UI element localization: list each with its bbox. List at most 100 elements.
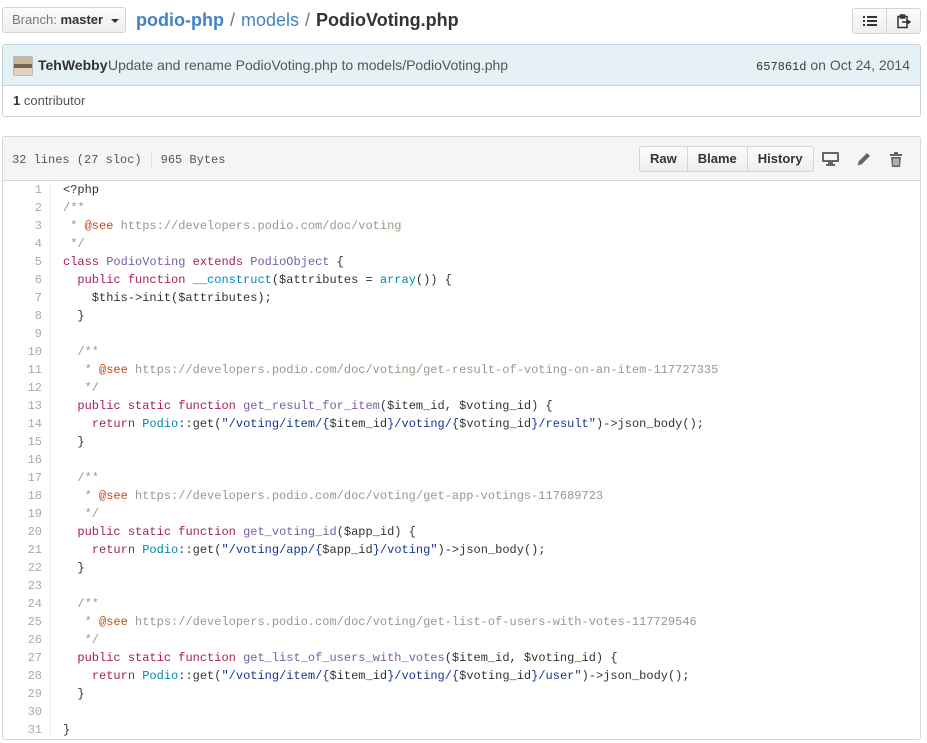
code-token: Podio xyxy=(142,669,179,683)
pencil-icon[interactable] xyxy=(854,150,872,168)
code-line: 19 */ xyxy=(3,505,920,523)
code-token: $item_id xyxy=(329,417,388,431)
commit-author[interactable]: TehWebby xyxy=(38,57,108,73)
code-content: $this->init($attributes); xyxy=(51,289,272,307)
line-number[interactable]: 20 xyxy=(3,523,51,541)
code-line: 2 /** xyxy=(3,199,920,217)
divider xyxy=(150,152,152,168)
line-number[interactable]: 18 xyxy=(3,487,51,505)
line-number[interactable]: 12 xyxy=(3,379,51,397)
commit-tease: TehWebby Update and rename PodioVoting.p… xyxy=(2,44,921,117)
file-actions xyxy=(821,150,905,168)
code-token: @see xyxy=(99,615,128,629)
line-number[interactable]: 13 xyxy=(3,397,51,415)
history-button[interactable]: History xyxy=(746,147,813,171)
line-number[interactable]: 23 xyxy=(3,577,51,595)
line-number[interactable]: 5 xyxy=(3,253,51,271)
line-number[interactable]: 2 xyxy=(3,199,51,217)
commit-sha[interactable]: 657861d xyxy=(756,60,806,74)
line-number[interactable]: 30 xyxy=(3,703,51,721)
code-line: 28 return Podio::get("/voting/item/{$ite… xyxy=(3,667,920,685)
code-line: 5 class PodioVoting extends PodioObject { xyxy=(3,253,920,271)
line-number[interactable]: 19 xyxy=(3,505,51,523)
line-number[interactable]: 25 xyxy=(3,613,51,631)
line-number[interactable]: 3 xyxy=(3,217,51,235)
code-line: 3 * @see https://developers.podio.com/do… xyxy=(3,217,920,235)
line-number[interactable]: 16 xyxy=(3,451,51,469)
line-number[interactable]: 31 xyxy=(3,721,51,739)
line-number[interactable]: 22 xyxy=(3,559,51,577)
breadcrumb-dir-link[interactable]: models xyxy=(241,10,299,30)
code-token: array xyxy=(379,273,416,287)
code-token: $voting_id xyxy=(459,417,532,431)
line-number[interactable]: 28 xyxy=(3,667,51,685)
raw-button[interactable]: Raw xyxy=(640,147,687,171)
code-token: @see xyxy=(84,219,114,233)
code-line: 21 return Podio::get("/voting/app/{$app_… xyxy=(3,541,920,559)
line-number[interactable]: 15 xyxy=(3,433,51,451)
clipboard-icon[interactable] xyxy=(886,9,920,33)
trash-icon[interactable] xyxy=(887,150,905,168)
code-content xyxy=(51,703,63,721)
code-token: } xyxy=(63,309,85,323)
line-number[interactable]: 6 xyxy=(3,271,51,289)
breadcrumb-repo-link[interactable]: podio-php xyxy=(136,10,224,30)
file-line-count: 32 lines (27 sloc) xyxy=(12,153,142,168)
code-content: return Podio::get("/voting/item/{$item_i… xyxy=(51,415,704,433)
contributors-summary[interactable]: 1 contributor xyxy=(13,93,85,108)
line-number[interactable]: 1 xyxy=(3,181,51,199)
line-number[interactable]: 27 xyxy=(3,649,51,667)
code-token: extends xyxy=(192,255,244,269)
code-token: "/voting/item/{ xyxy=(221,417,330,431)
code-token: static xyxy=(127,525,172,539)
code-content: */ xyxy=(51,235,84,253)
code-token: __construct xyxy=(192,273,272,287)
code-token: "/voting/app/{ xyxy=(221,543,323,557)
code-token: } xyxy=(63,435,85,449)
code-token: /** xyxy=(63,597,100,611)
line-number[interactable]: 9 xyxy=(3,325,51,343)
line-number[interactable]: 11 xyxy=(3,361,51,379)
commit-message[interactable]: Update and rename PodioVoting.php to mod… xyxy=(108,57,508,73)
code-content: * @see https://developers.podio.com/doc/… xyxy=(51,361,719,379)
list-icon[interactable] xyxy=(853,9,886,33)
code-token: Podio xyxy=(142,543,179,557)
line-number[interactable]: 24 xyxy=(3,595,51,613)
code-content: <?php xyxy=(51,181,99,199)
branch-selector-button[interactable]: Branch: master xyxy=(2,7,126,33)
code-line: 25 * @see https://developers.podio.com/d… xyxy=(3,613,920,631)
code-content: } xyxy=(51,721,70,739)
line-number[interactable]: 7 xyxy=(3,289,51,307)
code-token: https://developers.podio.com/doc/voting xyxy=(113,219,402,233)
code-line: 29 } xyxy=(3,685,920,703)
line-number[interactable]: 8 xyxy=(3,307,51,325)
code-line: 1 <?php xyxy=(3,181,920,199)
code-token: public xyxy=(77,273,121,287)
code-token: static xyxy=(127,651,172,665)
code-content: public static function get_list_of_users… xyxy=(51,649,617,667)
code-line: 8 } xyxy=(3,307,920,325)
line-number[interactable]: 29 xyxy=(3,685,51,703)
desktop-icon[interactable] xyxy=(821,150,839,168)
branch-label: Branch: xyxy=(12,12,57,27)
line-number[interactable]: 26 xyxy=(3,631,51,649)
line-number[interactable]: 10 xyxy=(3,343,51,361)
code-token: $this->init($attributes); xyxy=(63,291,272,305)
code-line: 6 public function __construct($attribute… xyxy=(3,271,920,289)
line-number[interactable]: 14 xyxy=(3,415,51,433)
line-number[interactable]: 21 xyxy=(3,541,51,559)
code-token: return xyxy=(91,669,136,683)
code-content: * @see https://developers.podio.com/doc/… xyxy=(51,487,604,505)
code-token: )->json_body(); xyxy=(595,417,704,431)
code-line: 4 */ xyxy=(3,235,920,253)
branch-name: master xyxy=(60,12,104,27)
file-header: 32 lines (27 sloc) 965 Bytes Raw Blame Hi… xyxy=(3,137,920,181)
code-content: } xyxy=(51,433,85,451)
blame-button[interactable]: Blame xyxy=(686,147,747,171)
line-number[interactable]: 4 xyxy=(3,235,51,253)
code-token: * xyxy=(63,363,100,377)
code-line: 31} xyxy=(3,721,920,739)
line-number[interactable]: 17 xyxy=(3,469,51,487)
avatar[interactable] xyxy=(13,56,33,76)
